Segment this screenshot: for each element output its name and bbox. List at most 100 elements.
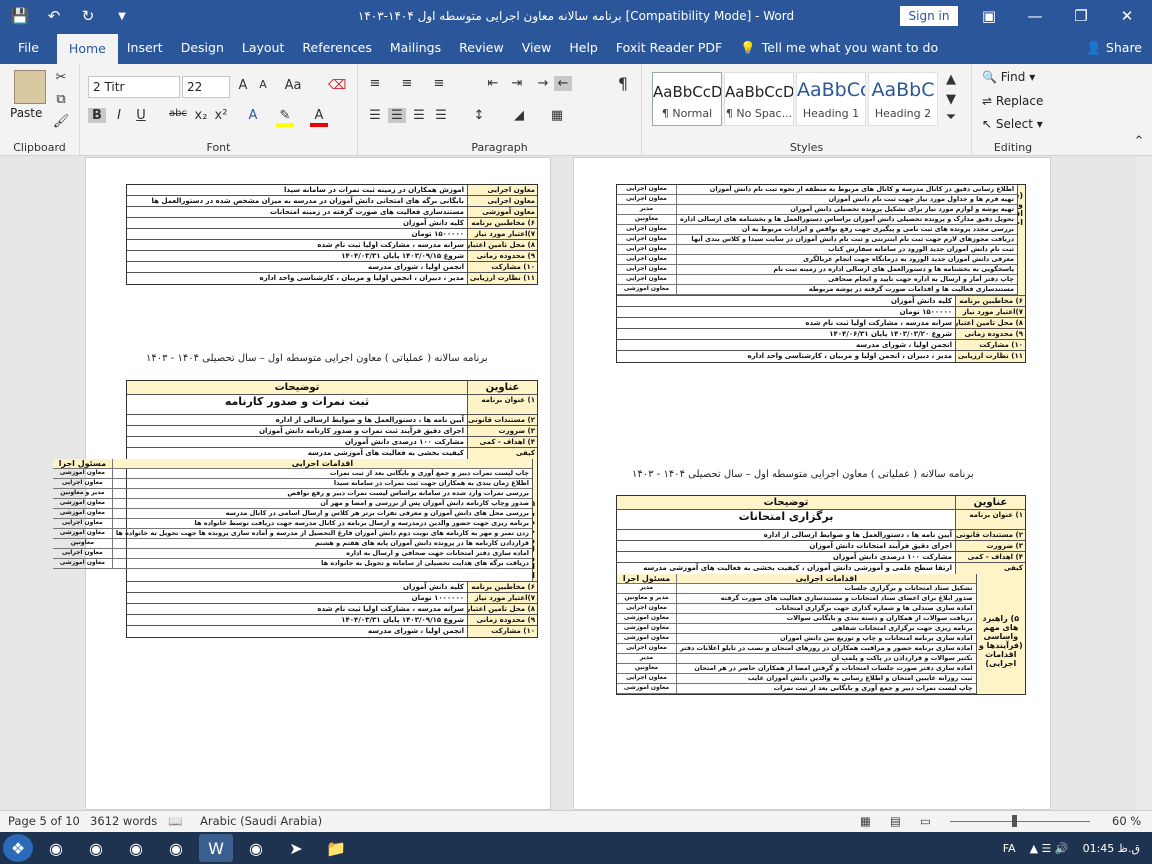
proofing-icon[interactable]: 📖 — [168, 814, 182, 828]
align-left-icon[interactable]: ☰ — [366, 108, 384, 123]
tab-help[interactable]: Help — [560, 32, 607, 64]
header-descriptions: توضیحات — [763, 497, 809, 508]
minimize-icon[interactable]: — — [1012, 0, 1058, 32]
show-formatting-button[interactable]: ¶ — [614, 74, 632, 93]
ribbon-display-icon[interactable]: ▣ — [966, 0, 1012, 32]
justify-icon[interactable]: ☰ — [432, 108, 450, 123]
firefox-icon[interactable]: ◉ — [79, 834, 113, 862]
style-no-spacing[interactable]: AaBbCcDc ¶ No Spac... — [724, 72, 794, 126]
page-count[interactable]: Page 5 of 10 — [8, 814, 80, 828]
action-text: ثبت روزانه غایبین امتحان و اطلاع رسانی ب… — [747, 674, 973, 682]
focus-icon[interactable]: ▦ — [860, 814, 871, 828]
shading-icon[interactable]: ◢ — [510, 108, 528, 123]
tab-file[interactable]: File — [0, 32, 57, 64]
decrease-indent-icon[interactable]: ⇤ — [484, 76, 502, 91]
zoom-slider[interactable] — [950, 821, 1090, 822]
app-icon[interactable]: ◉ — [119, 834, 153, 862]
actions-header: اقدامات اجرایی مسئول اجرا — [617, 574, 976, 584]
select-button[interactable]: ↖ Select ▾ — [982, 117, 1043, 131]
format-painter-icon[interactable]: 🖌 — [52, 114, 70, 129]
section-label: ۵) راهبرد های مهم واساسی (فرآیندها و اقد… — [532, 459, 537, 581]
paste-icon[interactable] — [14, 70, 46, 104]
tell-me-search[interactable]: 💡 Tell me what you want to do — [731, 32, 947, 64]
align-center-icon[interactable]: ☰ — [388, 108, 406, 123]
telegram-icon[interactable]: ➤ — [279, 834, 313, 862]
cut-icon[interactable]: ✂ — [52, 70, 70, 85]
font-family-select[interactable]: 2 Titr — [88, 76, 180, 98]
font-color-icon[interactable]: A — [310, 108, 328, 127]
ltr-direction-icon[interactable]: → — [534, 76, 552, 91]
undo-icon[interactable]: ↶ — [44, 7, 64, 25]
italic-button[interactable]: I — [110, 108, 128, 123]
save-icon[interactable]: 💾 — [10, 7, 30, 25]
strikethrough-button[interactable]: abc — [166, 108, 190, 119]
tab-references[interactable]: References — [293, 32, 380, 64]
tab-layout[interactable]: Layout — [233, 32, 294, 64]
increase-indent-icon[interactable]: ⇥ — [508, 76, 526, 91]
tab-review[interactable]: Review — [450, 32, 513, 64]
clear-format-icon[interactable]: ⌫ — [328, 78, 346, 93]
language-indicator[interactable]: Arabic (Saudi Arabia) — [200, 814, 322, 828]
copy-icon[interactable]: ⧉ — [52, 92, 70, 107]
zoom-level[interactable]: 60 % — [1112, 814, 1141, 828]
language-indicator[interactable]: FA — [1003, 842, 1016, 855]
redo-icon[interactable]: ↻ — [78, 7, 98, 25]
lightbulb-icon: 💡 — [740, 40, 756, 55]
change-case-button[interactable]: Aa — [284, 78, 302, 93]
multilevel-list-icon[interactable]: ≡ — [430, 76, 448, 91]
paste-button[interactable]: Paste — [10, 106, 42, 120]
shrink-font-icon[interactable]: A — [254, 78, 272, 91]
styles-scroll-up-icon[interactable]: ▲ — [942, 72, 960, 87]
folder-icon[interactable]: 📁 — [319, 834, 353, 862]
web-layout-icon[interactable]: ▭ — [920, 814, 931, 828]
style-heading-1[interactable]: AaBbCc Heading 1 — [796, 72, 866, 126]
row-value: مدیر ، دبیران ، انجمن اولیا و مربیان ، ک… — [259, 274, 464, 282]
find-button[interactable]: 🔍 Find ▾ — [982, 70, 1035, 84]
bold-button[interactable]: B — [88, 108, 106, 123]
zoom-slider-thumb[interactable] — [1012, 815, 1017, 827]
style-normal[interactable]: AaBbCcDc ¶ Normal — [652, 72, 722, 126]
clock[interactable]: ق.ظ 01:45 — [1083, 842, 1140, 855]
word-icon[interactable]: W — [199, 834, 233, 862]
superscript-button[interactable]: x² — [212, 108, 230, 123]
styles-scroll-down-icon[interactable]: ▼ — [942, 92, 960, 107]
tab-view[interactable]: View — [513, 32, 561, 64]
align-right-icon[interactable]: ☰ — [410, 108, 428, 123]
word-count[interactable]: 3612 words — [90, 814, 157, 828]
explorer-icon[interactable]: ◉ — [159, 834, 193, 862]
app2-icon[interactable]: ◉ — [239, 834, 273, 862]
print-layout-icon[interactable]: ▤ — [890, 814, 901, 828]
customize-icon[interactable]: ▼ — [112, 11, 132, 22]
styles-more-icon[interactable]: ⏷ — [942, 110, 960, 125]
start-icon[interactable]: ❖ — [3, 834, 33, 862]
line-spacing-icon[interactable]: ↕ — [470, 108, 488, 123]
subscript-button[interactable]: x₂ — [192, 108, 210, 123]
collapse-ribbon-icon[interactable]: ⌃ — [1130, 134, 1148, 149]
borders-icon[interactable]: ▦ — [548, 108, 566, 123]
maximize-icon[interactable]: ❐ — [1058, 0, 1104, 32]
tab-foxit[interactable]: Foxit Reader PDF — [607, 32, 731, 64]
chrome-icon[interactable]: ◉ — [39, 834, 73, 862]
font-size-select[interactable]: 22 — [182, 76, 230, 98]
bullets-icon[interactable]: ≡ — [366, 76, 384, 91]
tab-insert[interactable]: Insert — [118, 32, 172, 64]
row-key: کیفی — [467, 448, 537, 459]
tray-icons[interactable]: ▲ ☰ 🔊 — [1030, 842, 1069, 855]
numbering-icon[interactable]: ≡ — [398, 76, 416, 91]
text-effects-icon[interactable]: A — [244, 108, 262, 123]
grow-font-icon[interactable]: A — [234, 78, 252, 93]
tab-mailings[interactable]: Mailings — [381, 32, 450, 64]
vertical-scrollbar[interactable] — [1136, 157, 1152, 810]
underline-button[interactable]: U — [132, 108, 150, 123]
style-heading-2[interactable]: AaBbC Heading 2 — [868, 72, 938, 126]
highlight-icon[interactable]: ✎ — [276, 108, 294, 127]
close-icon[interactable]: ✕ — [1104, 0, 1150, 32]
tab-home[interactable]: Home — [56, 34, 118, 64]
replace-button[interactable]: ⇌ Replace — [982, 94, 1043, 108]
action-row: دریافت سوالات از همکاران و دسته بندی و ب… — [617, 614, 976, 624]
share-button[interactable]: 👤 Share — [1086, 32, 1142, 64]
rtl-direction-icon[interactable]: ← — [554, 76, 572, 91]
action-responsible: معاون اجرایی — [617, 275, 677, 284]
sign-in-button[interactable]: Sign in — [900, 6, 958, 26]
tab-design[interactable]: Design — [172, 32, 233, 64]
